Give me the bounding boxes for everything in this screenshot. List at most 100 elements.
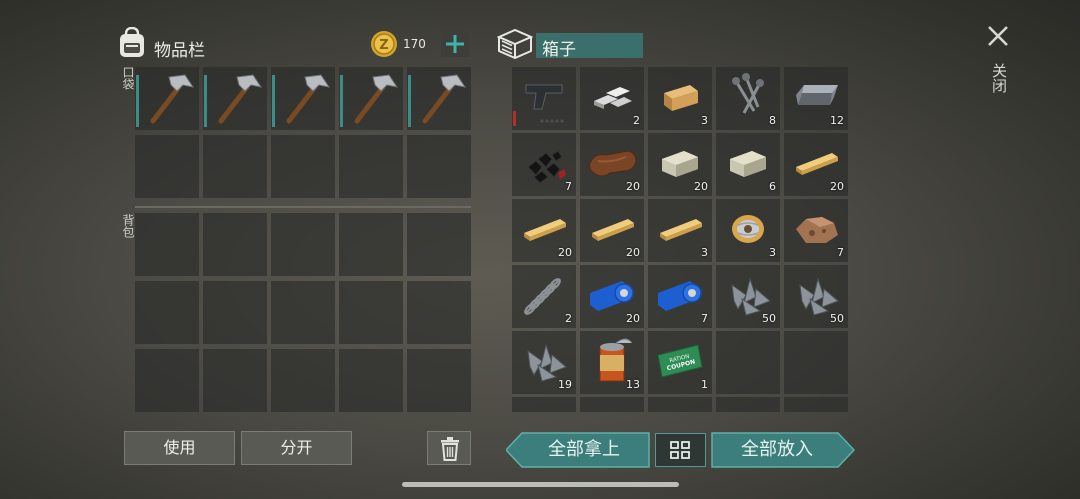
box-slot-scrap-metal[interactable]: 19 (512, 331, 576, 394)
item-count: 2 (633, 114, 640, 127)
item-count: 13 (626, 378, 640, 391)
trash-button[interactable] (427, 431, 471, 465)
inventory-title: 物品栏 (154, 41, 205, 61)
backpack-slot[interactable] (271, 213, 335, 276)
backpack-slot[interactable] (339, 281, 403, 344)
hammer-icon (135, 67, 199, 130)
box-slot-wire-spool[interactable]: 3 (716, 199, 780, 262)
box-slot-partial[interactable] (580, 397, 644, 412)
box-slot-scrap-metal[interactable]: 50 (716, 265, 780, 328)
pocket-slot-hammer[interactable] (407, 67, 471, 130)
box-slot-ration-coupon[interactable]: RATION COUPON 1 (648, 331, 712, 394)
durability-bar (136, 75, 139, 127)
backpack-slot[interactable] (271, 281, 335, 344)
item-count: 20 (694, 180, 708, 193)
box-slot-empty[interactable] (784, 331, 848, 394)
box-slot-partial[interactable] (716, 397, 780, 412)
item-count: 7 (837, 246, 844, 259)
backpack-slot[interactable] (203, 213, 267, 276)
box-slot-ore[interactable]: 7 (784, 199, 848, 262)
backpack-slot[interactable] (271, 349, 335, 412)
backpack-slot[interactable] (135, 349, 199, 412)
backpack-slot[interactable] (407, 349, 471, 412)
box-slot-wood-block[interactable]: 3 (648, 67, 712, 130)
durability-bar (408, 75, 411, 127)
pocket-slot[interactable] (203, 135, 267, 198)
item-count: 20 (626, 312, 640, 325)
item-count: 20 (626, 246, 640, 259)
plus-icon (446, 35, 464, 53)
box-slot-partial[interactable] (784, 397, 848, 412)
backpack-slot[interactable] (407, 213, 471, 276)
backpack-slot[interactable] (135, 281, 199, 344)
box-slot-canned-food[interactable]: 13 (580, 331, 644, 394)
pocket-slot[interactable] (339, 135, 403, 198)
trash-icon (441, 437, 459, 461)
box-icon (497, 28, 533, 59)
close-label: 关闭 (990, 63, 1008, 93)
backpack-slot[interactable] (135, 213, 199, 276)
pocket-slot[interactable] (135, 135, 199, 198)
item-count: 6 (769, 180, 776, 193)
pocket-slot[interactable] (271, 135, 335, 198)
box-slot-plank[interactable]: 20 (784, 133, 848, 196)
backpack-slot[interactable] (203, 349, 267, 412)
hammer-icon (407, 67, 471, 130)
hammer-icon (271, 67, 335, 130)
svg-text:Z: Z (379, 38, 388, 53)
item-count: 3 (701, 114, 708, 127)
box-slot-tape[interactable]: 7 (648, 265, 712, 328)
box-slot-coal[interactable]: 7 (512, 133, 576, 196)
backpack-icon (120, 27, 144, 57)
box-title: 箱子 (536, 33, 643, 60)
home-indicator (402, 482, 679, 487)
put-all-button[interactable]: 全部放入 (713, 432, 841, 468)
box-slot-iron-ingot[interactable]: 12 (784, 67, 848, 130)
box-slot-tape[interactable]: 20 (580, 265, 644, 328)
use-button[interactable]: 使用 (124, 431, 235, 465)
box-slot-spring[interactable]: 2 (512, 265, 576, 328)
box-slot-plank[interactable]: 3 (648, 199, 712, 262)
pocket-slot-hammer[interactable] (339, 67, 403, 130)
pocket-slot-hammer[interactable] (271, 67, 335, 130)
section-divider (135, 206, 471, 208)
backpack-slot[interactable] (339, 213, 403, 276)
box-title-text: 箱子 (542, 40, 576, 60)
item-count: 3 (701, 246, 708, 259)
backpack-slot[interactable] (339, 349, 403, 412)
durability-bar (340, 75, 343, 127)
pistol-icon (512, 67, 576, 130)
take-all-button[interactable]: 全部拿上 (520, 432, 648, 468)
box-slot-partial[interactable] (648, 397, 712, 412)
backpack-slot[interactable] (407, 281, 471, 344)
item-count: 12 (830, 114, 844, 127)
pocket-slot-hammer[interactable] (203, 67, 267, 130)
box-slot-nails[interactable]: 8 (716, 67, 780, 130)
box-slot-empty[interactable] (716, 331, 780, 394)
pocket-slot-hammer[interactable] (135, 67, 199, 130)
box-slot-plank[interactable]: 20 (580, 199, 644, 262)
item-count: 20 (830, 180, 844, 193)
box-slot-scrap-metal[interactable]: 50 (784, 265, 848, 328)
item-count: 20 (558, 246, 572, 259)
box-slot-plank[interactable]: 20 (512, 199, 576, 262)
box-slot-partial[interactable] (512, 397, 576, 412)
close-icon (988, 26, 1008, 46)
durability-bar (204, 75, 207, 127)
close-button[interactable]: 关闭 (980, 20, 1016, 102)
durability-bar (272, 75, 275, 127)
box-slot-stone[interactable]: 20 (648, 133, 712, 196)
add-coins-button[interactable] (441, 31, 469, 57)
box-slot-stone[interactable]: 6 (716, 133, 780, 196)
box-slot-leather[interactable]: 20 (580, 133, 644, 196)
backpack-slot[interactable] (203, 281, 267, 344)
box-slot-pistol[interactable] (512, 67, 576, 130)
item-count: 7 (565, 180, 572, 193)
split-button[interactable]: 分开 (241, 431, 352, 465)
pocket-slot[interactable] (407, 135, 471, 198)
item-count: 1 (701, 378, 708, 391)
box-slot-metal-bars[interactable]: 2 (580, 67, 644, 130)
item-count: 2 (565, 312, 572, 325)
item-count: 50 (830, 312, 844, 325)
sort-button[interactable] (655, 433, 706, 467)
